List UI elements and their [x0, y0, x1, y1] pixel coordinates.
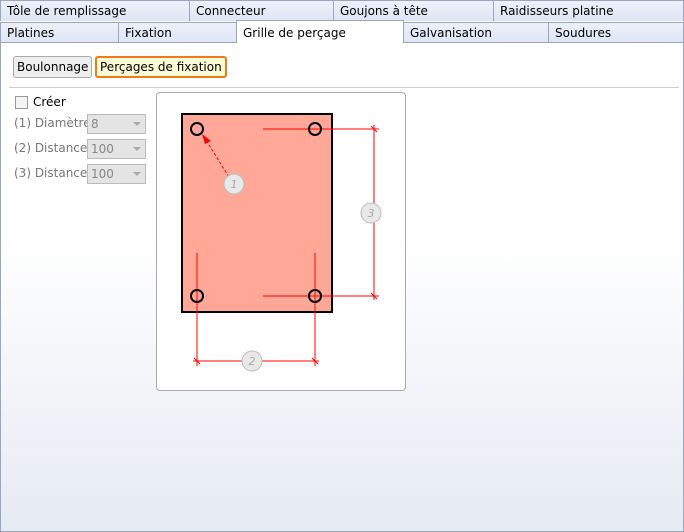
tab-tole-de-remplissage[interactable]: Tôle de remplissage — [0, 0, 190, 21]
tab-soudures[interactable]: Soudures — [548, 22, 684, 43]
separator — [9, 87, 679, 88]
chevron-down-icon — [133, 172, 141, 176]
chevron-down-icon — [133, 122, 141, 126]
percages-de-fixation-button[interactable]: Perçages de fixation — [95, 56, 227, 78]
chevron-down-icon — [133, 147, 141, 151]
tab-content-panel: Boulonnage Perçages de fixation Créer (1… — [0, 42, 684, 532]
create-checkbox-row[interactable]: Créer — [15, 95, 66, 109]
distance3-label: (3) Distance: — [14, 166, 92, 180]
tab-galvanisation[interactable]: Galvanisation — [403, 22, 549, 43]
distance2-label: (2) Distance: — [14, 141, 92, 155]
diameter-select[interactable]: 8 — [87, 114, 146, 134]
create-checkbox[interactable] — [15, 95, 28, 109]
drilling-diagram: 1 2 3 — [156, 92, 406, 391]
distance3-select[interactable]: 100 — [87, 164, 146, 184]
diameter-value: 8 — [91, 117, 99, 131]
tab-platines[interactable]: Platines — [0, 22, 119, 43]
marker-2: 2 — [249, 355, 256, 368]
tab-goujons-a-tete[interactable]: Goujons à tête — [333, 0, 494, 21]
diameter-label: (1) Diamètre: — [14, 116, 95, 130]
tab-fixation[interactable]: Fixation — [118, 22, 237, 43]
marker-1: 1 — [231, 178, 238, 191]
tab-connecteur[interactable]: Connecteur — [189, 0, 334, 21]
plate — [181, 113, 333, 313]
distance2-value: 100 — [91, 142, 114, 156]
distance2-select[interactable]: 100 — [87, 139, 146, 159]
create-label: Créer — [33, 95, 66, 109]
tab-raidisseurs-platine[interactable]: Raidisseurs platine — [493, 0, 684, 21]
boulonnage-button[interactable]: Boulonnage — [13, 56, 93, 78]
marker-3: 3 — [368, 207, 375, 220]
distance3-value: 100 — [91, 167, 114, 181]
tab-grille-de-percage[interactable]: Grille de perçage — [236, 20, 404, 43]
